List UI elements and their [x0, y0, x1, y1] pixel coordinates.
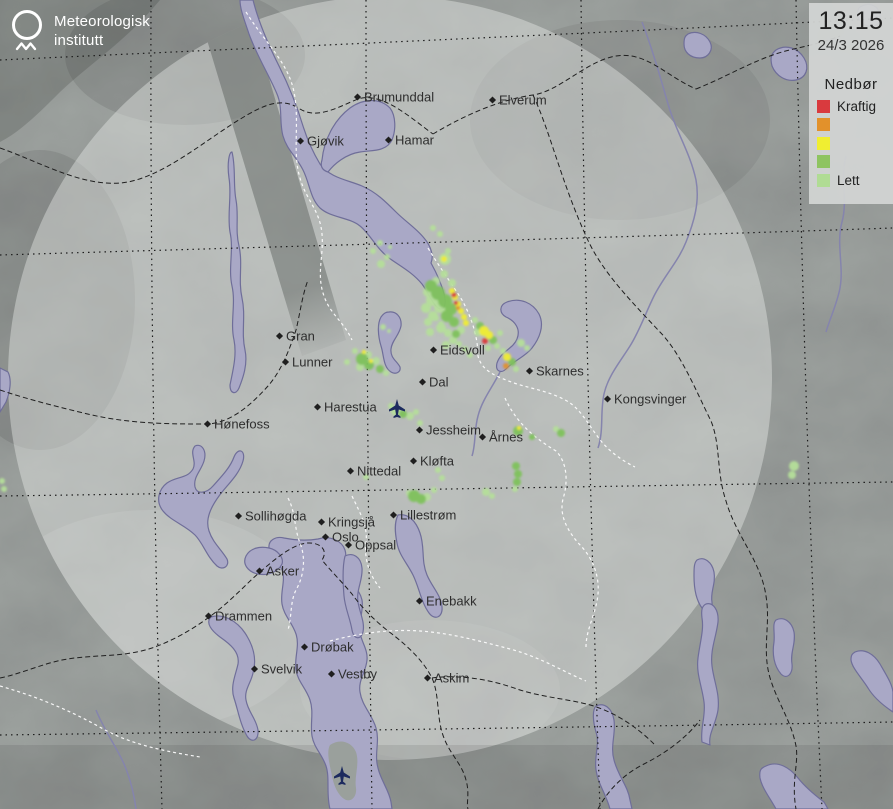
met-institute-icon [12, 10, 42, 52]
met-logo: Meteorologisk institutt [12, 10, 150, 52]
oslofjord-west-bay [245, 547, 283, 574]
legend-swatch [817, 100, 830, 113]
legend-title: Nedbør [809, 76, 893, 93]
precipitation-legend: Kraftig Lett [809, 97, 893, 190]
clock-time: 13:15 [809, 7, 893, 36]
legend-row [809, 134, 893, 153]
legend-row: Kraftig [809, 97, 893, 116]
brand-line2: institutt [54, 31, 150, 50]
legend-label: Lett [837, 173, 860, 188]
legend-label: Kraftig [837, 99, 876, 114]
legend-row [809, 153, 893, 172]
legend-swatch [817, 155, 830, 168]
brand-text: Meteorologisk institutt [54, 12, 150, 52]
legend-swatch [817, 118, 830, 131]
radar-map-canvas [0, 0, 893, 809]
radar-map: BrumunddalElverumGjøvikHamarGranLunnerEi… [0, 0, 893, 809]
lake-se-3 [773, 619, 794, 677]
info-panel: 13:15 24/3 2026 Nedbør Kraftig Lett [809, 3, 893, 204]
legend-row: Lett [809, 171, 893, 190]
legend-swatch [817, 174, 830, 187]
brand-line1: Meteorologisk [54, 12, 150, 31]
legend-row [809, 116, 893, 135]
legend-swatch [817, 137, 830, 150]
clock-date: 24/3 2026 [809, 37, 893, 54]
